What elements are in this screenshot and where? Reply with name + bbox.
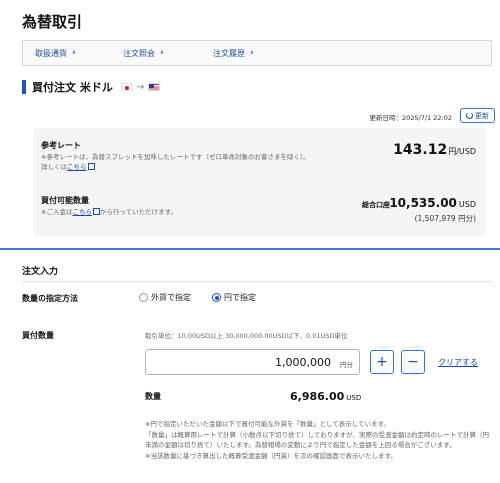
buying-power-value: 10,535.00 USD bbox=[389, 196, 476, 210]
section-divider bbox=[0, 248, 500, 250]
note-prefix: 詳しくは bbox=[41, 163, 67, 171]
refresh-button[interactable]: 更新 bbox=[460, 108, 495, 123]
radio-button-selected[interactable] bbox=[212, 293, 221, 302]
buying-power-number: 10,535.00 bbox=[389, 196, 457, 210]
arrow-right-icon: → bbox=[135, 81, 145, 93]
sub-nav-item-currencies[interactable]: 取扱通貨 › bbox=[35, 48, 76, 59]
reference-rate-label: 参考レート bbox=[41, 141, 81, 150]
deposit-link[interactable]: こちら bbox=[72, 208, 92, 216]
sub-nav-item-order-history[interactable]: 注文履歴 › bbox=[213, 48, 254, 59]
quantity-value: 6,986.00 USD bbox=[290, 390, 361, 403]
buying-power-label: 買付可能数量 bbox=[41, 196, 89, 205]
rate-info-panel: 参考レート ※参考レートは、為替スプレッドを加味したレートです（ゼロ革命対象のお… bbox=[33, 128, 486, 236]
order-note-3: ※当該数量に基づき算出した概算受渡金額（円貨）を次の確認画面で表示いたします。 bbox=[145, 451, 397, 460]
qty-method-label: 数量の指定方法 bbox=[22, 294, 78, 303]
radio-yen[interactable]: 円で指定 bbox=[212, 292, 256, 303]
reference-rate-value: 143.12円/USD bbox=[393, 142, 476, 158]
buy-qty-label: 買付数量 bbox=[22, 331, 54, 340]
page-title: 為替取引 bbox=[22, 13, 83, 31]
chevron-right-icon: › bbox=[160, 48, 164, 58]
chevron-right-icon: › bbox=[250, 48, 254, 58]
decrement-button[interactable]: − bbox=[401, 350, 425, 374]
section-title: 買付注文 米ドル bbox=[32, 81, 113, 94]
order-notes: ※円で指定いただいた金額以下で買付可能な外貨を「数量」として表示しています。 「… bbox=[145, 419, 495, 461]
amount-input-value: 1,000,000 bbox=[275, 356, 331, 369]
quantity-label: 数量 bbox=[145, 392, 161, 401]
reference-rate-note: ※参考レートは、為替スプレッドを加味したレートです（ゼロ革命対象のお客さまを除く… bbox=[41, 152, 310, 172]
quantity-number: 6,986.00 bbox=[290, 390, 345, 403]
rate-unit: 円/USD bbox=[448, 147, 476, 156]
buying-power-yen-equivalent: (1,507,979 円分) bbox=[414, 214, 476, 223]
sub-nav-item-order-inquiry[interactable]: 注文照会 › bbox=[123, 48, 164, 59]
details-link[interactable]: こちら bbox=[67, 163, 87, 171]
account-type-label: 総合口座 bbox=[362, 201, 390, 209]
sub-nav: 取扱通貨 › 注文照会 › 注文履歴 › bbox=[22, 40, 492, 66]
note-suffix: から行っていただけます。 bbox=[99, 208, 177, 216]
rate-number: 143.12 bbox=[393, 142, 448, 158]
amount-input-unit: 円分 bbox=[340, 361, 353, 369]
order-note-1: ※円で指定いただいた金額以下で買付可能な外貨を「数量」として表示しています。 bbox=[145, 420, 390, 428]
radio-foreign-currency[interactable]: 外貨で指定 bbox=[139, 292, 191, 303]
updated-timestamp: 更新日時：2025/7/1 22:02 bbox=[369, 114, 453, 122]
trade-unit-note: 取引単位：10.00USD以上 30,000,000.00USD以下、0.01U… bbox=[145, 332, 348, 340]
sub-nav-label: 取扱通貨 bbox=[35, 48, 67, 58]
sub-nav-label: 注文履歴 bbox=[213, 48, 245, 58]
buying-power-unit: USD bbox=[458, 200, 476, 209]
order-input-title: 注文入力 bbox=[22, 267, 59, 277]
refresh-icon bbox=[466, 112, 473, 119]
radio-label: 円で指定 bbox=[224, 293, 256, 302]
us-flag-icon bbox=[148, 83, 161, 91]
buying-power-note: ※ご入金はこちら から行っていただけます。 bbox=[41, 207, 177, 217]
external-link-icon bbox=[87, 163, 95, 170]
external-link-icon bbox=[92, 208, 100, 215]
note-prefix: ※ご入金は bbox=[41, 208, 73, 216]
radio-button[interactable] bbox=[139, 293, 148, 302]
quantity-unit: USD bbox=[346, 394, 362, 402]
order-note-2: 「数量」は概算用レートで計算（小数点以下切り捨て）しておりますが、実際の受渡金額… bbox=[145, 430, 489, 450]
japan-flag-icon bbox=[120, 83, 132, 91]
radio-label: 外貨で指定 bbox=[151, 293, 191, 302]
clear-link[interactable]: クリアする bbox=[438, 357, 478, 368]
sub-nav-label: 注文照会 bbox=[123, 48, 155, 58]
reference-rate-note-line1: ※参考レートは、為替スプレッドを加味したレートです（ゼロ革命対象のお客さまを除く… bbox=[41, 153, 310, 161]
increment-button[interactable]: + bbox=[370, 350, 394, 374]
chevron-right-icon: › bbox=[72, 48, 76, 58]
section-header: 買付注文 米ドル → bbox=[22, 80, 161, 94]
section-accent-bar bbox=[22, 80, 26, 94]
reference-rate-note-line2: 詳しくはこちら bbox=[41, 162, 310, 172]
refresh-button-label: 更新 bbox=[475, 111, 489, 120]
amount-input[interactable]: 1,000,000 円分 bbox=[145, 349, 360, 375]
order-title-underline bbox=[22, 281, 492, 282]
